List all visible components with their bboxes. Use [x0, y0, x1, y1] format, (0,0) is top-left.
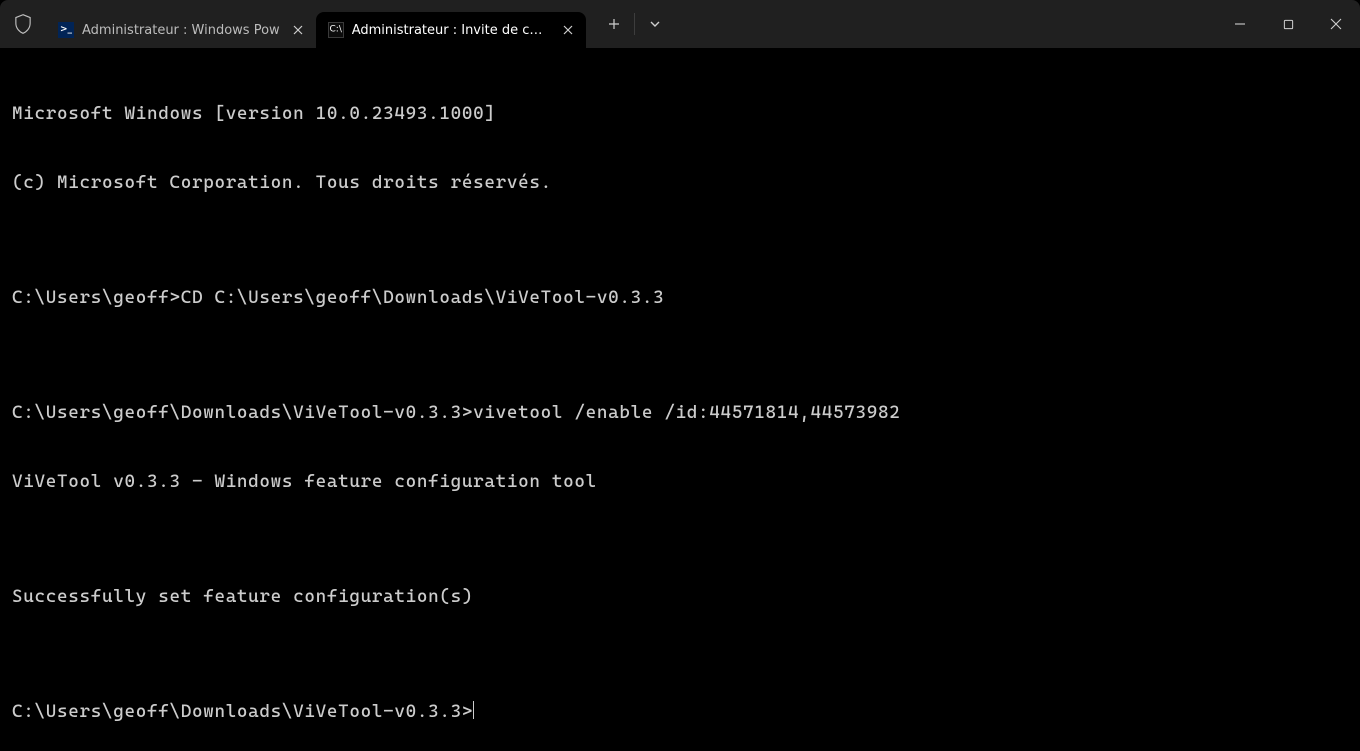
- terminal-output[interactable]: Microsoft Windows [version 10.0.23493.10…: [0, 48, 1360, 751]
- terminal-prompt-line: C:\Users\geoff\Downloads\ViVeTool-v0.3.3…: [12, 700, 1348, 723]
- cmd-icon: C:\: [328, 22, 344, 38]
- close-tab-button[interactable]: [288, 20, 308, 40]
- tab-label: Administrateur : Invite de com: [352, 23, 550, 38]
- titlebar-left: >_ Administrateur : Windows Pow C:\ Admi…: [0, 0, 1216, 48]
- tab-label: Administrateur : Windows Pow: [82, 23, 280, 38]
- minimize-button[interactable]: [1216, 0, 1264, 48]
- tab-cmd[interactable]: C:\ Administrateur : Invite de com: [316, 12, 586, 48]
- close-window-button[interactable]: [1312, 0, 1360, 48]
- admin-shield-icon: [0, 0, 46, 48]
- terminal-line: (c) Microsoft Corporation. Tous droits r…: [12, 171, 1348, 194]
- cursor: [473, 701, 474, 719]
- terminal-window: >_ Administrateur : Windows Pow C:\ Admi…: [0, 0, 1360, 751]
- new-tab-button[interactable]: [596, 7, 632, 41]
- maximize-button[interactable]: [1264, 0, 1312, 48]
- tabs: >_ Administrateur : Windows Pow C:\ Admi…: [46, 0, 586, 48]
- powershell-icon: >_: [58, 22, 74, 38]
- separator: [634, 13, 635, 35]
- tab-dropdown-button[interactable]: [637, 7, 673, 41]
- terminal-line: Microsoft Windows [version 10.0.23493.10…: [12, 102, 1348, 125]
- new-tab-group: [586, 0, 673, 48]
- tab-powershell[interactable]: >_ Administrateur : Windows Pow: [46, 12, 316, 48]
- terminal-line: C:\Users\geoff>CD C:\Users\geoff\Downloa…: [12, 286, 1348, 309]
- close-tab-button[interactable]: [558, 20, 578, 40]
- terminal-prompt: C:\Users\geoff\Downloads\ViVeTool-v0.3.3…: [12, 701, 473, 722]
- terminal-line: ViVeTool v0.3.3 - Windows feature config…: [12, 470, 1348, 493]
- window-controls: [1216, 0, 1360, 48]
- titlebar[interactable]: >_ Administrateur : Windows Pow C:\ Admi…: [0, 0, 1360, 48]
- terminal-line: Successfully set feature configuration(s…: [12, 585, 1348, 608]
- terminal-line: C:\Users\geoff\Downloads\ViVeTool-v0.3.3…: [12, 401, 1348, 424]
